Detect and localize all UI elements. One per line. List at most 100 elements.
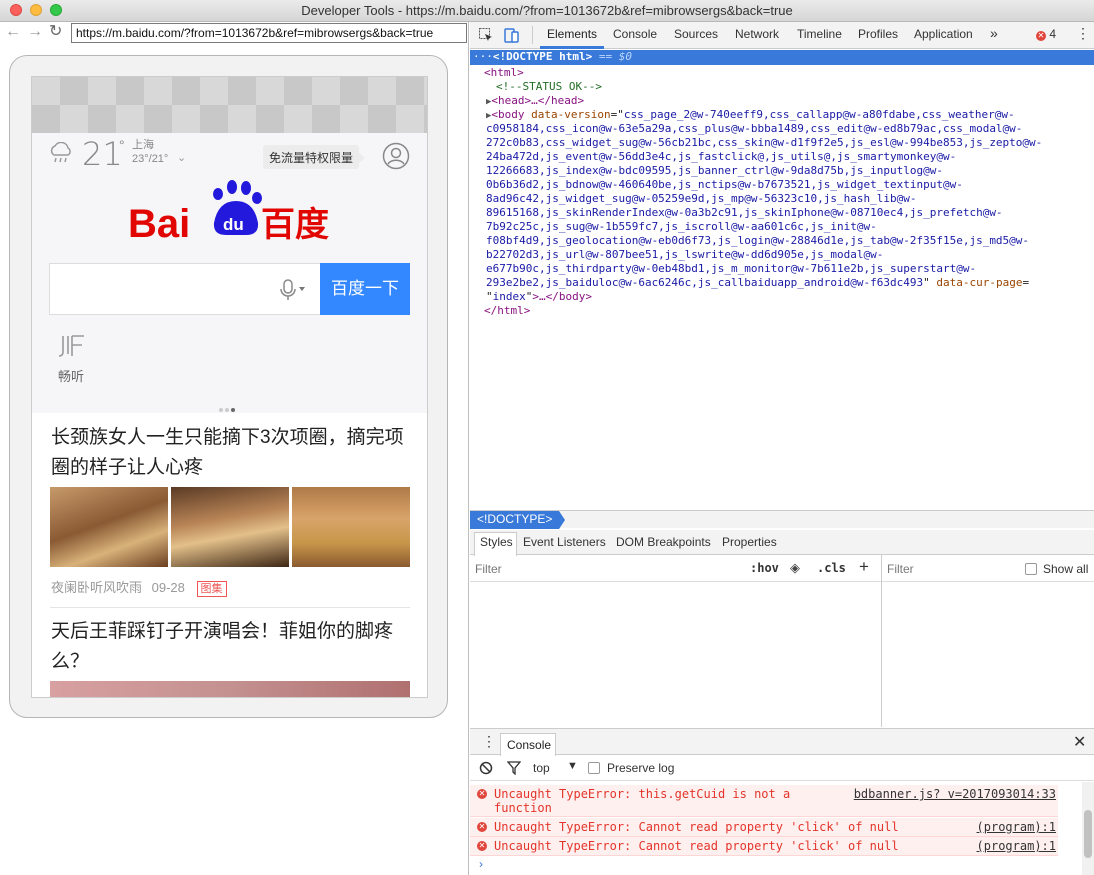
tab-profiles[interactable]: Profiles bbox=[858, 27, 898, 41]
breadcrumb: <!DOCTYPE> bbox=[470, 510, 1094, 529]
show-all-label: Show all bbox=[1043, 562, 1089, 576]
console-error[interactable]: ✕ Uncaught TypeError: Cannot read proper… bbox=[470, 818, 1058, 837]
clear-console-icon[interactable] bbox=[479, 761, 493, 775]
show-all-checkbox[interactable] bbox=[1025, 563, 1037, 575]
error-icon: ✕ bbox=[1036, 31, 1046, 41]
url-field[interactable]: https://m.baidu.com/?from=1013672b&ref=m… bbox=[71, 23, 467, 43]
emulated-page-pane: ← → ↻ https://m.baidu.com/?from=1013672b… bbox=[0, 22, 469, 875]
news-title[interactable]: 长颈族女人一生只能摘下3次项圈，摘完项圈的样子让人心疼 bbox=[51, 423, 411, 483]
ellipsis-icon: ··· bbox=[473, 50, 493, 63]
console-prompt-icon[interactable]: › bbox=[479, 857, 483, 871]
tab-event-listeners[interactable]: Event Listeners bbox=[523, 535, 606, 549]
console-error[interactable]: ✕ Uncaught TypeError: this.getCuid is no… bbox=[470, 785, 1058, 817]
kebab-menu-icon[interactable]: ⋮ bbox=[1076, 25, 1090, 42]
news-image[interactable] bbox=[50, 487, 168, 567]
dropdown-arrow-icon[interactable]: ▼ bbox=[567, 760, 578, 772]
filter-icon[interactable] bbox=[507, 761, 521, 775]
tab-timeline[interactable]: Timeline bbox=[797, 27, 842, 41]
browser-navbar: ← → ↻ https://m.baidu.com/?from=1013672b… bbox=[0, 22, 469, 44]
computed-filter-input[interactable]: Filter bbox=[887, 562, 914, 576]
news-image[interactable] bbox=[171, 487, 289, 567]
console-error[interactable]: ✕ Uncaught TypeError: Cannot read proper… bbox=[470, 837, 1058, 856]
tab-console[interactable]: Console bbox=[613, 27, 657, 41]
tab-properties[interactable]: Properties bbox=[722, 535, 777, 549]
baidu-logo: du Bai 百度 bbox=[128, 180, 329, 246]
sidebar-tabs: Styles Event Listeners DOM Breakpoints P… bbox=[470, 530, 1094, 556]
back-arrow-icon[interactable]: ← bbox=[5, 23, 21, 41]
microphone-icon[interactable] bbox=[278, 278, 308, 302]
close-drawer-icon[interactable]: ✕ bbox=[1073, 732, 1086, 752]
error-message: Uncaught TypeError: this.getCuid is not … bbox=[494, 787, 791, 815]
inspect-element-icon[interactable] bbox=[478, 27, 494, 43]
reload-icon[interactable]: ↻ bbox=[49, 23, 62, 41]
attr-value-line: 12266683,js_index@w-bdc09595,js_banner_c… bbox=[486, 164, 1094, 178]
add-rule-icon[interactable]: + bbox=[859, 557, 869, 577]
attr-value-line: 89615168,js_skinRenderIndex@w-0a3b2c91,j… bbox=[486, 206, 1094, 220]
tab-console-drawer[interactable]: Console bbox=[500, 733, 556, 756]
cls-toggle[interactable]: .cls bbox=[817, 561, 846, 575]
tab-elements[interactable]: Elements bbox=[547, 27, 597, 41]
tab-dom-breakpoints[interactable]: DOM Breakpoints bbox=[616, 535, 711, 549]
tree-node-comment[interactable]: <!--STATUS OK--> bbox=[496, 80, 1094, 94]
forward-arrow-icon[interactable]: → bbox=[27, 23, 43, 41]
user-avatar-icon[interactable] bbox=[382, 142, 410, 170]
chevron-down-icon[interactable]: ⌄ bbox=[177, 151, 186, 164]
shortcut-label[interactable]: 畅听 bbox=[58, 366, 84, 385]
error-message: Uncaught TypeError: Cannot read property… bbox=[494, 820, 899, 834]
more-tabs-button[interactable]: » bbox=[990, 25, 998, 41]
hov-toggle[interactable]: :hov bbox=[750, 561, 779, 575]
tree-node-head[interactable]: ▶<head>…</head> bbox=[486, 94, 1094, 109]
news-images[interactable] bbox=[50, 487, 410, 567]
attr-name: data-version bbox=[531, 108, 611, 121]
music-icon[interactable] bbox=[59, 332, 87, 360]
transparent-status-area bbox=[32, 77, 427, 133]
tab-application[interactable]: Application bbox=[914, 27, 973, 41]
tab-network[interactable]: Network bbox=[735, 27, 779, 41]
tree-node-body[interactable]: ▶<body data-version="css_page_2@w-740eef… bbox=[486, 108, 1094, 123]
device-toolbar-icon[interactable] bbox=[504, 27, 520, 43]
temperature-range: 23°/21° bbox=[132, 153, 169, 165]
error-source-link[interactable]: (program):1 bbox=[977, 839, 1056, 853]
html-open-tag: <html> bbox=[484, 66, 524, 79]
search-input[interactable] bbox=[49, 263, 321, 315]
preserve-log-checkbox[interactable] bbox=[588, 762, 600, 774]
tree-node-html[interactable]: <html> bbox=[484, 66, 1094, 80]
context-select[interactable]: top bbox=[533, 761, 550, 775]
tree-node-doctype[interactable]: ···<!DOCTYPE html> == $0 bbox=[470, 50, 1094, 65]
error-counter[interactable]: ✕ 4 bbox=[1036, 27, 1056, 41]
news-image[interactable] bbox=[50, 681, 410, 697]
news-tag: 图集 bbox=[196, 581, 227, 597]
toolbar-divider bbox=[532, 26, 533, 44]
doctype-tag: <!DOCTYPE html> bbox=[492, 50, 593, 63]
attr-value-line: c0958184,css_icon@w-63e5a29a,css_plus@w-… bbox=[486, 122, 1094, 136]
error-icon: ✕ bbox=[477, 822, 487, 832]
error-source-link[interactable]: bdbanner.js? v=2017093014:33 bbox=[854, 787, 1056, 801]
drawer-menu-icon[interactable]: ⋮ bbox=[482, 733, 496, 750]
attr-value-text: 89615168,js_skinRenderIndex@w-0a3b2c91,j… bbox=[486, 206, 1003, 219]
color-format-icon[interactable]: ◈ bbox=[790, 560, 800, 576]
drawer-tabs: ⋮ Console ✕ bbox=[470, 728, 1094, 756]
console-scrollbar-thumb[interactable] bbox=[1084, 810, 1092, 858]
attr-value-text: index bbox=[492, 290, 526, 303]
attr-value-text: 293e2be2,js_baiduloc@w-6ac6246c,js_callb… bbox=[486, 276, 924, 289]
breadcrumb-item[interactable]: <!DOCTYPE> bbox=[470, 511, 566, 529]
error-source-link[interactable]: (program):1 bbox=[977, 820, 1056, 834]
attr-value-text: e677b90c,js_thirdparty@w-0eb48bd1,js_m_m… bbox=[486, 262, 977, 275]
attr-value-line: css_page_2@w-740eeff9,css_callapp@w-a80f… bbox=[623, 108, 1015, 121]
baidu-header: 21 ° 上海 23°/21° ⌄ 免流量特权限量 du Bai 百度 百度一下… bbox=[32, 133, 427, 413]
styles-filter-input[interactable]: Filter bbox=[475, 562, 502, 576]
search-button[interactable]: 百度一下 bbox=[320, 263, 410, 315]
window-title: Developer Tools - https://m.baidu.com/?f… bbox=[301, 3, 793, 18]
promo-badge[interactable]: 免流量特权限量 bbox=[263, 145, 366, 169]
elements-tree: ···<!DOCTYPE html> == $0 <html> <!--STAT… bbox=[470, 49, 1094, 510]
news-source: 夜阑卧听风吹雨 bbox=[51, 580, 143, 595]
news-image[interactable] bbox=[292, 487, 410, 567]
error-icon: ✕ bbox=[477, 841, 487, 851]
attr-value-text: f08bf4d9,js_geolocation@w-eb0d6f73,js_lo… bbox=[486, 234, 1030, 247]
tab-styles[interactable]: Styles bbox=[480, 535, 513, 549]
news-title[interactable]: 天后王菲踩钉子开演唱会！菲姐你的脚疼么？ bbox=[51, 617, 411, 677]
tab-sources[interactable]: Sources bbox=[674, 27, 718, 41]
attr-name: data-cur-page bbox=[936, 276, 1023, 289]
tree-node-html-close[interactable]: </html> bbox=[484, 304, 1094, 318]
degree-symbol: ° bbox=[119, 137, 125, 153]
